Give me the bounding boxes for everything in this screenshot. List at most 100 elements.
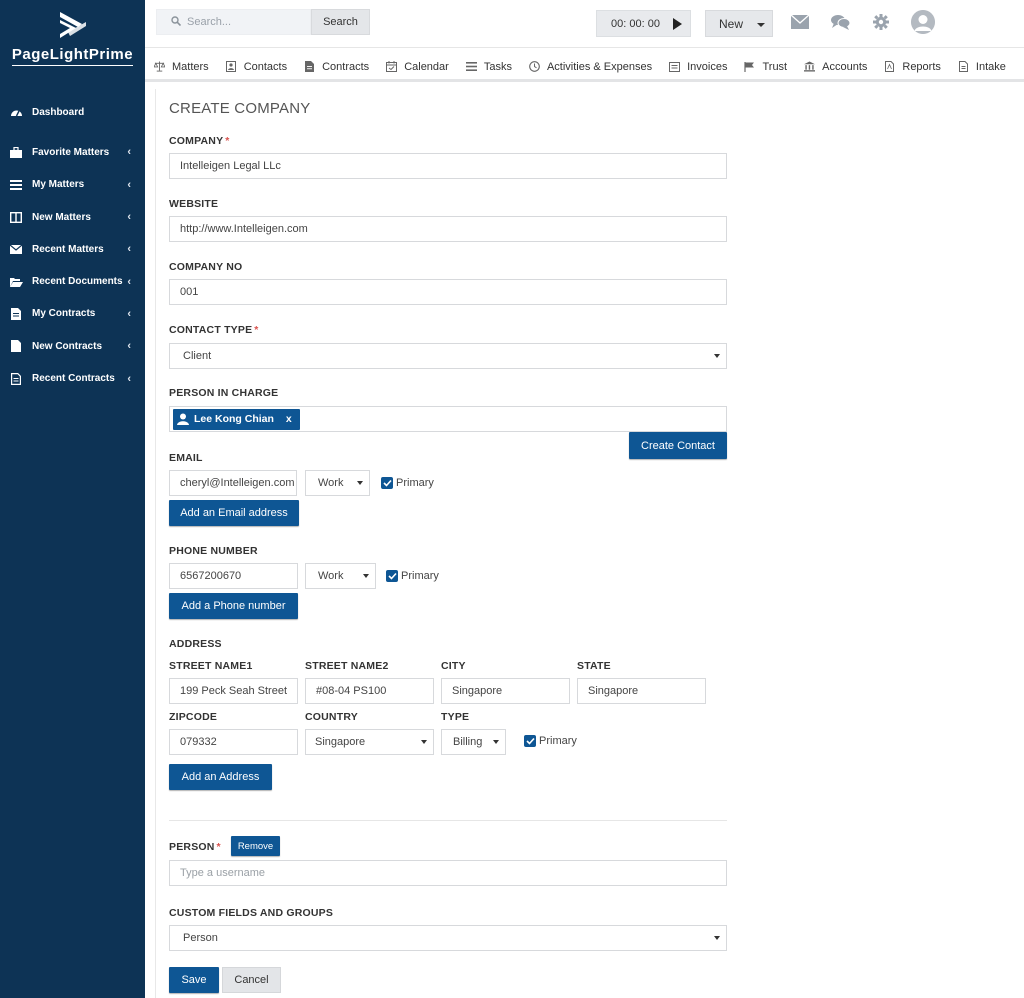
clock-icon bbox=[529, 61, 540, 72]
country-select[interactable]: Singapore bbox=[305, 729, 434, 755]
search-button[interactable]: Search bbox=[311, 9, 370, 35]
dashboard-icon bbox=[9, 106, 23, 118]
nav-activities-expenses[interactable]: Activities & Expenses bbox=[529, 61, 652, 73]
state-field[interactable]: Singapore bbox=[577, 678, 706, 704]
new-dropdown-button[interactable]: New bbox=[705, 10, 773, 37]
company-no-field[interactable]: 001 bbox=[169, 279, 727, 305]
avatar[interactable] bbox=[911, 10, 935, 34]
chevron-left-icon: ‹ bbox=[127, 307, 131, 320]
file-icon bbox=[9, 340, 23, 353]
email-type-select[interactable]: Work bbox=[305, 470, 370, 496]
create-company-form: CREATE COMPANY COMPANY * Intelleigen Lega… bbox=[155, 89, 1024, 998]
timer-display: 00: 00: 00 bbox=[611, 17, 660, 30]
contact-type-label: CONTACT TYPE * bbox=[169, 324, 259, 336]
primary-label: Primary bbox=[396, 477, 434, 489]
create-contact-button[interactable]: Create Contact bbox=[629, 432, 727, 459]
flag-icon bbox=[744, 61, 755, 72]
sidebar: PageLightPrime Dashboard Favorite Matter… bbox=[0, 0, 145, 998]
topbar: Search... Search 00: 00: 00 New bbox=[145, 0, 1024, 48]
sidebar-item-label: Favorite Matters bbox=[32, 146, 110, 158]
calendar-icon bbox=[386, 61, 398, 72]
sidebar-item-recent-documents[interactable]: Recent Documents ‹ bbox=[0, 265, 145, 297]
add-address-button[interactable]: Add an Address bbox=[169, 764, 272, 790]
zipcode-label: ZIPCODE bbox=[169, 711, 218, 723]
gear-icon[interactable] bbox=[873, 14, 889, 33]
person-in-charge-field[interactable]: Lee Kong Chian x bbox=[169, 406, 727, 432]
nav-intake[interactable]: Intake bbox=[958, 61, 1006, 73]
sidebar-item-label: Dashboard bbox=[32, 106, 85, 118]
nav-label: Trust bbox=[762, 60, 788, 73]
search-input[interactable]: Search... bbox=[156, 9, 311, 35]
folder-open-icon bbox=[9, 276, 23, 288]
add-email-button[interactable]: Add an Email address bbox=[169, 500, 299, 526]
phone-type-select[interactable]: Work bbox=[305, 563, 376, 589]
company-field[interactable]: Intelleigen Legal LLc bbox=[169, 153, 727, 179]
nav-contracts[interactable]: Contracts bbox=[304, 61, 369, 73]
contact-type-value: Client bbox=[183, 350, 212, 362]
sidebar-item-my-matters[interactable]: My Matters ‹ bbox=[0, 169, 145, 201]
save-button[interactable]: Save bbox=[169, 967, 219, 993]
address-type-select[interactable]: Billing bbox=[441, 729, 506, 755]
caret-down-icon bbox=[714, 354, 720, 358]
nav-label: Reports bbox=[902, 60, 941, 73]
document-icon bbox=[9, 307, 23, 320]
nav-trust[interactable]: Trust bbox=[744, 61, 787, 73]
person-username-field[interactable]: Type a username bbox=[169, 860, 727, 886]
nav-label: Intake bbox=[975, 60, 1006, 73]
website-label: WEBSITE bbox=[169, 198, 219, 210]
cancel-button[interactable]: Cancel bbox=[222, 967, 281, 993]
chevron-left-icon: ‹ bbox=[127, 275, 131, 288]
person-tag: Lee Kong Chian x bbox=[173, 408, 300, 430]
email-primary-checkbox[interactable]: Primary bbox=[381, 477, 434, 489]
primary-label: Primary bbox=[539, 735, 577, 747]
add-phone-button[interactable]: Add a Phone number bbox=[169, 593, 298, 619]
sidebar-item-favorite-matters[interactable]: Favorite Matters ‹ bbox=[0, 136, 145, 168]
contact-type-select[interactable]: Client bbox=[169, 343, 727, 369]
nav-label: Contracts bbox=[322, 60, 370, 73]
nav-label: Contacts bbox=[243, 60, 288, 73]
new-button-label: New bbox=[719, 16, 744, 31]
sidebar-item-new-matters[interactable]: New Matters ‹ bbox=[0, 201, 145, 233]
nav-matters[interactable]: Matters bbox=[154, 61, 209, 73]
file-text-icon bbox=[9, 372, 23, 385]
email-field[interactable]: cheryl@Intelleigen.com bbox=[169, 470, 297, 496]
nav-calendar[interactable]: Calendar bbox=[386, 61, 449, 73]
sidebar-item-new-contracts[interactable]: New Contracts ‹ bbox=[0, 330, 145, 362]
sidebar-item-label: Recent Matters bbox=[32, 243, 104, 255]
sidebar-item-dashboard[interactable]: Dashboard bbox=[0, 96, 145, 128]
timer-button[interactable]: 00: 00: 00 bbox=[596, 10, 691, 37]
person-tag-label: Lee Kong Chian bbox=[194, 413, 274, 425]
street1-field[interactable]: 199 Peck Seah Street bbox=[169, 678, 298, 704]
mail-icon[interactable] bbox=[790, 14, 810, 32]
sidebar-item-recent-matters[interactable]: Recent Matters ‹ bbox=[0, 233, 145, 265]
address-primary-checkbox[interactable]: Primary bbox=[524, 735, 577, 747]
website-field[interactable]: http://www.Intelleigen.com bbox=[169, 216, 727, 242]
custom-fields-select[interactable]: Person bbox=[169, 925, 727, 951]
address-label: ADDRESS bbox=[169, 638, 222, 650]
sidebar-item-label: New Contracts bbox=[32, 340, 103, 352]
sidebar-item-recent-contracts[interactable]: Recent Contracts ‹ bbox=[0, 362, 145, 394]
sidebar-nav: Dashboard Favorite Matters ‹ My Matters … bbox=[0, 96, 145, 395]
address-card-icon bbox=[226, 61, 237, 72]
street1-label: STREET NAME1 bbox=[169, 660, 253, 672]
zipcode-field[interactable]: 079332 bbox=[169, 729, 298, 755]
caret-down-icon bbox=[363, 574, 369, 578]
street2-field[interactable]: #08-04 PS100 bbox=[305, 678, 434, 704]
nav-contacts[interactable]: Contacts bbox=[226, 61, 287, 73]
logo[interactable]: PageLightPrime bbox=[0, 0, 145, 80]
chat-icon[interactable] bbox=[831, 14, 851, 33]
person-label: PERSON * bbox=[169, 841, 221, 853]
nav-tasks[interactable]: Tasks bbox=[465, 61, 512, 73]
checkmark-icon bbox=[381, 477, 393, 489]
nav-invoices[interactable]: Invoices bbox=[669, 61, 727, 73]
phone-primary-checkbox[interactable]: Primary bbox=[386, 570, 439, 582]
phone-field[interactable]: 6567200670 bbox=[169, 563, 298, 589]
city-field[interactable]: Singapore bbox=[441, 678, 570, 704]
sidebar-item-my-contracts[interactable]: My Contracts ‹ bbox=[0, 298, 145, 330]
caret-down-icon bbox=[421, 740, 427, 744]
tag-remove-button[interactable]: x bbox=[286, 413, 292, 425]
nav-accounts[interactable]: Accounts bbox=[804, 61, 867, 73]
remove-person-button[interactable]: Remove bbox=[231, 836, 280, 856]
nav-reports[interactable]: Reports bbox=[884, 61, 941, 73]
nav-label: Invoices bbox=[687, 60, 728, 73]
